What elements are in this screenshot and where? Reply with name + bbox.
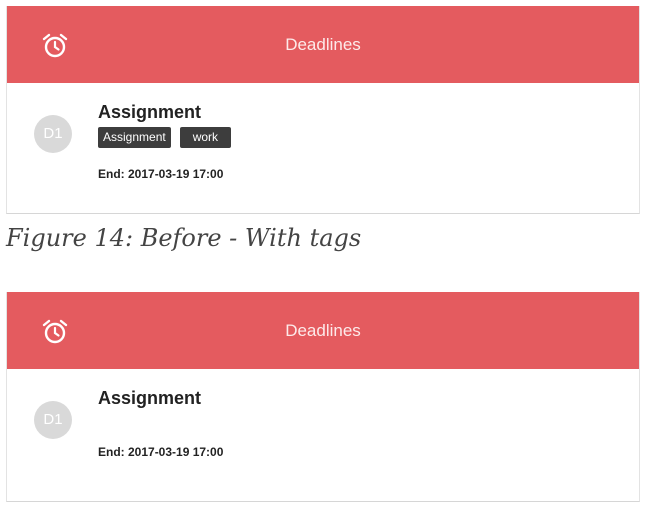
figure-caption: Figure 14: Before - With tags	[6, 224, 362, 252]
deadlines-header: Deadlines	[7, 292, 639, 369]
deadline-list-item[interactable]: D1 Assignment End: 2017-03-19 17:00	[7, 369, 639, 500]
deadlines-header: Deadlines	[7, 6, 639, 83]
tag-assignment[interactable]: Assignment	[98, 127, 171, 148]
deadline-end-date: End: 2017-03-19 17:00	[98, 167, 224, 181]
header-title: Deadlines	[285, 321, 361, 340]
deadlines-panel-before: Deadlines D1 Assignment Assignment work …	[6, 6, 640, 214]
deadline-end-date: End: 2017-03-19 17:00	[98, 445, 224, 459]
deadline-title: Assignment	[98, 102, 202, 122]
avatar: D1	[34, 115, 72, 153]
deadlines-panel-after: Deadlines D1 Assignment End: 2017-03-19 …	[6, 292, 640, 502]
tag-work[interactable]: work	[179, 127, 232, 148]
deadline-title: Assignment	[98, 388, 202, 408]
deadline-list-item[interactable]: D1 Assignment Assignment work End: 2017-…	[7, 83, 639, 214]
header-title: Deadlines	[285, 35, 361, 54]
tag-list: Assignment work	[98, 127, 232, 148]
avatar: D1	[34, 401, 72, 439]
